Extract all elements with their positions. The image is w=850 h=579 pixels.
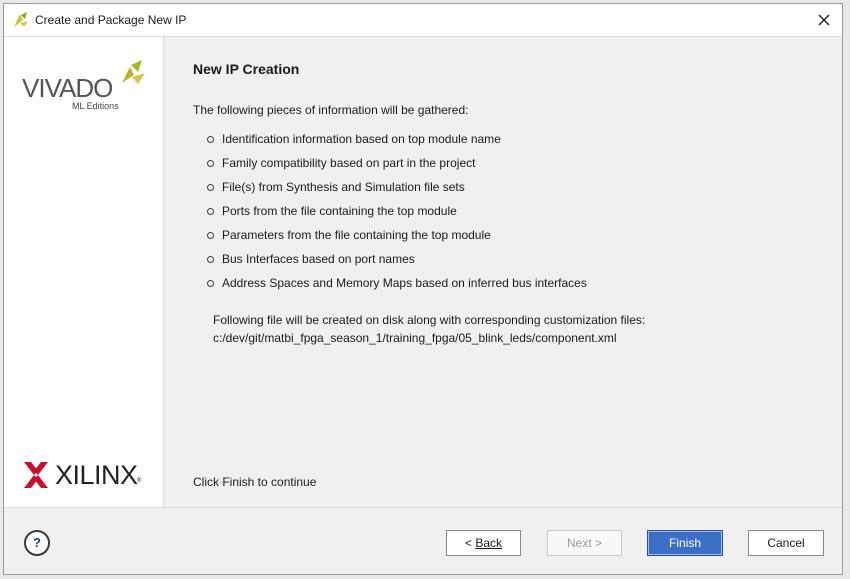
title-bar: Create and Package New IP — [4, 4, 842, 37]
file-path: c:/dev/git/matbi_fpga_season_1/training_… — [213, 331, 617, 345]
list-item: File(s) from Synthesis and Simulation fi… — [207, 180, 587, 204]
xilinx-mark-icon — [24, 462, 48, 491]
vivado-mark-icon — [118, 59, 146, 90]
bullet-icon — [207, 184, 214, 191]
xilinx-wordmark: XILINX — [55, 460, 138, 490]
list-item-text: Ports from the file containing the top m… — [222, 204, 457, 218]
list-item: Parameters from the file containing the … — [207, 228, 587, 252]
list-item: Family compatibility based on part in th… — [207, 156, 587, 180]
close-button[interactable] — [812, 8, 836, 32]
list-item-text: File(s) from Synthesis and Simulation fi… — [222, 180, 465, 194]
back-button[interactable]: < Back — [446, 530, 521, 556]
help-button[interactable]: ? — [24, 530, 50, 556]
dialog-window: Create and Package New IP VIVADO ML Edit… — [3, 3, 843, 575]
vivado-wordmark: VIVADO — [22, 73, 113, 103]
list-item: Identification information based on top … — [207, 132, 587, 156]
list-item-text: Identification information based on top … — [222, 132, 501, 146]
branding-panel: VIVADO ML Editions XILINX ® — [4, 37, 164, 507]
cancel-button[interactable]: Cancel — [748, 530, 824, 556]
finish-button-label: Finish — [668, 536, 701, 550]
bullet-icon — [207, 208, 214, 215]
bullet-icon — [207, 256, 214, 263]
list-item-text: Bus Interfaces based on port names — [222, 252, 415, 266]
finish-hint: Click Finish to continue — [193, 475, 317, 489]
finish-button[interactable]: Finish — [647, 530, 723, 556]
intro-text: The following pieces of information will… — [193, 103, 469, 117]
back-button-label: Back — [475, 536, 503, 550]
list-item-text: Family compatibility based on part in th… — [222, 156, 476, 170]
help-icon: ? — [33, 535, 41, 550]
vivado-app-icon — [12, 11, 30, 29]
vivado-subtitle: ML Editions — [72, 101, 119, 111]
file-note: Following file will be created on disk a… — [213, 313, 646, 327]
window-title: Create and Package New IP — [35, 13, 187, 27]
registered-mark: ® — [137, 478, 142, 484]
list-item: Address Spaces and Memory Maps based on … — [207, 276, 587, 300]
bullet-icon — [207, 232, 214, 239]
xilinx-logo: XILINX ® — [24, 459, 149, 491]
list-item: Ports from the file containing the top m… — [207, 204, 587, 228]
close-icon — [812, 8, 836, 32]
list-item-text: Address Spaces and Memory Maps based on … — [222, 276, 587, 290]
button-bar: ? < Back Next > Finish Cancel — [4, 507, 842, 574]
bullet-icon — [207, 136, 214, 143]
bullet-icon — [207, 280, 214, 287]
next-button[interactable]: Next > — [547, 530, 622, 556]
wizard-content: New IP Creation The following pieces of … — [164, 37, 842, 507]
next-button-label: Next > — [566, 536, 602, 550]
cancel-button-label: Cancel — [767, 536, 805, 550]
back-button-prefix: < — [464, 536, 476, 550]
list-item-text: Parameters from the file containing the … — [222, 228, 491, 242]
list-item: Bus Interfaces based on port names — [207, 252, 587, 276]
vivado-logo: VIVADO ML Editions — [22, 59, 147, 119]
page-title: New IP Creation — [193, 61, 300, 77]
bullet-icon — [207, 160, 214, 167]
info-list: Identification information based on top … — [207, 132, 587, 300]
